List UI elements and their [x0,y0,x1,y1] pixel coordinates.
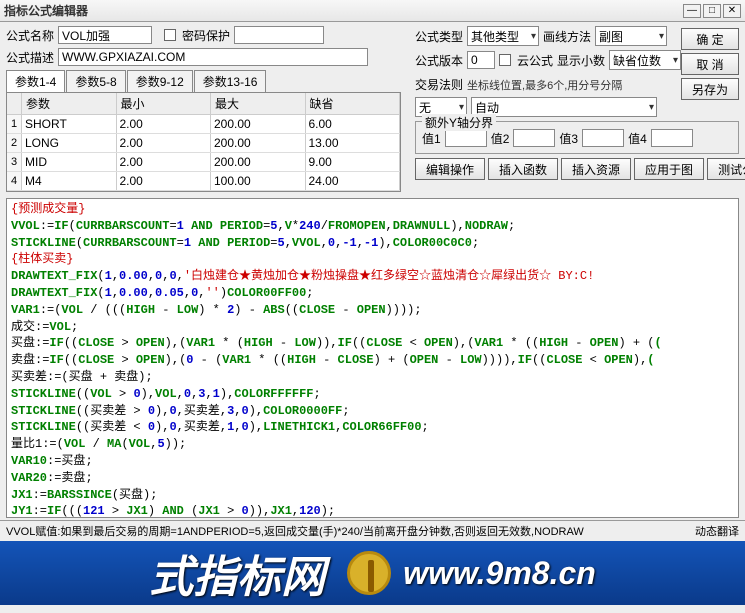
v4-label: 值4 [628,130,647,147]
param-name-input[interactable] [22,115,116,133]
desc-label: 公式描述 [6,49,54,66]
draw-select[interactable]: 副图 [595,26,667,46]
v2-input[interactable] [513,129,555,147]
param-min-input[interactable] [117,172,211,190]
close-button[interactable]: ✕ [723,4,741,18]
tab-params-5-8[interactable]: 参数5-8 [66,70,125,92]
v1-label: 值1 [422,130,441,147]
col-min: 最小 [117,93,212,114]
v3-label: 值3 [559,130,578,147]
param-tabs: 参数1-4 参数5-8 参数9-12 参数13-16 [6,70,404,92]
minimize-button[interactable]: — [683,4,701,18]
pwd-input[interactable] [234,26,324,44]
name-input[interactable] [58,26,152,44]
maximize-button[interactable]: □ [703,4,721,18]
col-max: 最大 [211,93,306,114]
trade-select2[interactable]: 自动 [471,97,657,117]
param-name-input[interactable] [22,172,116,190]
dec-select[interactable]: 缺省位数 [609,50,681,70]
v1-input[interactable] [445,129,487,147]
name-label: 公式名称 [6,27,54,44]
insres-button[interactable]: 插入资源 [561,158,631,180]
apply-button[interactable]: 应用于图 [634,158,704,180]
wm-url: www.9m8.cn [403,555,596,592]
tab-params-9-12[interactable]: 参数9-12 [127,70,193,92]
trade-hint: 坐标线位置,最多6个,用分号分隔 [467,77,622,93]
watermark-banner: 式指标网 www.9m8.cn [0,541,745,605]
test-button[interactable]: 测试公式 [707,158,745,180]
col-def: 缺省 [306,93,401,114]
param-min-input[interactable] [117,115,211,133]
param-min-input[interactable] [117,153,211,171]
param-min-input[interactable] [117,134,211,152]
type-label: 公式类型 [415,28,463,45]
window-title: 指标公式编辑器 [4,2,681,19]
param-max-input[interactable] [211,172,305,190]
saveas-button[interactable]: 另存为 [681,78,739,100]
ver-label: 公式版本 [415,52,463,69]
ver-input[interactable] [467,51,495,69]
param-table: 参数 最小 最大 缺省 1234 [6,92,401,192]
v2-label: 值2 [491,130,510,147]
status-left: VVOL赋值:如果到最后交易的周期=1ANDPERIOD=5,返回成交量(手)*… [6,523,584,539]
param-def-input[interactable] [306,153,400,171]
cancel-button[interactable]: 取 消 [681,53,739,75]
param-name-input[interactable] [22,153,116,171]
extra-y-fieldset: 额外Y轴分界 值1 值2 值3 值4 [415,121,739,154]
tab-params-1-4[interactable]: 参数1-4 [6,70,65,92]
cloud-label: 云公式 [517,52,553,69]
wm-text: 式指标网 [149,541,325,605]
param-row: 2 [7,134,400,153]
param-name-input[interactable] [22,134,116,152]
pwd-protect-checkbox[interactable] [164,29,176,41]
titlebar: 指标公式编辑器 — □ ✕ [0,0,745,22]
insfunc-button[interactable]: 插入函数 [488,158,558,180]
param-max-input[interactable] [211,153,305,171]
v3-input[interactable] [582,129,624,147]
cloud-checkbox[interactable] [499,54,511,66]
status-right: 动态翻译 [695,523,739,539]
logo-icon [347,551,391,595]
ok-button[interactable]: 确 定 [681,28,739,50]
col-name: 参数 [22,93,117,114]
type-select[interactable]: 其他类型 [467,26,539,46]
status-bar: VVOL赋值:如果到最后交易的周期=1ANDPERIOD=5,返回成交量(手)*… [0,520,745,541]
param-def-input[interactable] [306,172,400,190]
param-row: 4 [7,172,400,191]
param-def-input[interactable] [306,115,400,133]
code-editor[interactable]: {预测成交量} VVOL:=IF(CURRBARSCOUNT=1 AND PER… [6,198,739,518]
param-row: 3 [7,153,400,172]
edit-button[interactable]: 编辑操作 [415,158,485,180]
extray-title: 额外Y轴分界 [422,114,496,131]
draw-label: 画线方法 [543,28,591,45]
param-def-input[interactable] [306,134,400,152]
v4-input[interactable] [651,129,693,147]
param-max-input[interactable] [211,134,305,152]
pwd-label: 密码保护 [182,27,230,44]
param-max-input[interactable] [211,115,305,133]
desc-input[interactable] [58,48,368,66]
trade-label: 交易法则 [415,76,463,93]
tab-params-13-16[interactable]: 参数13-16 [194,70,267,92]
param-row: 1 [7,115,400,134]
dec-label: 显示小数 [557,52,605,69]
